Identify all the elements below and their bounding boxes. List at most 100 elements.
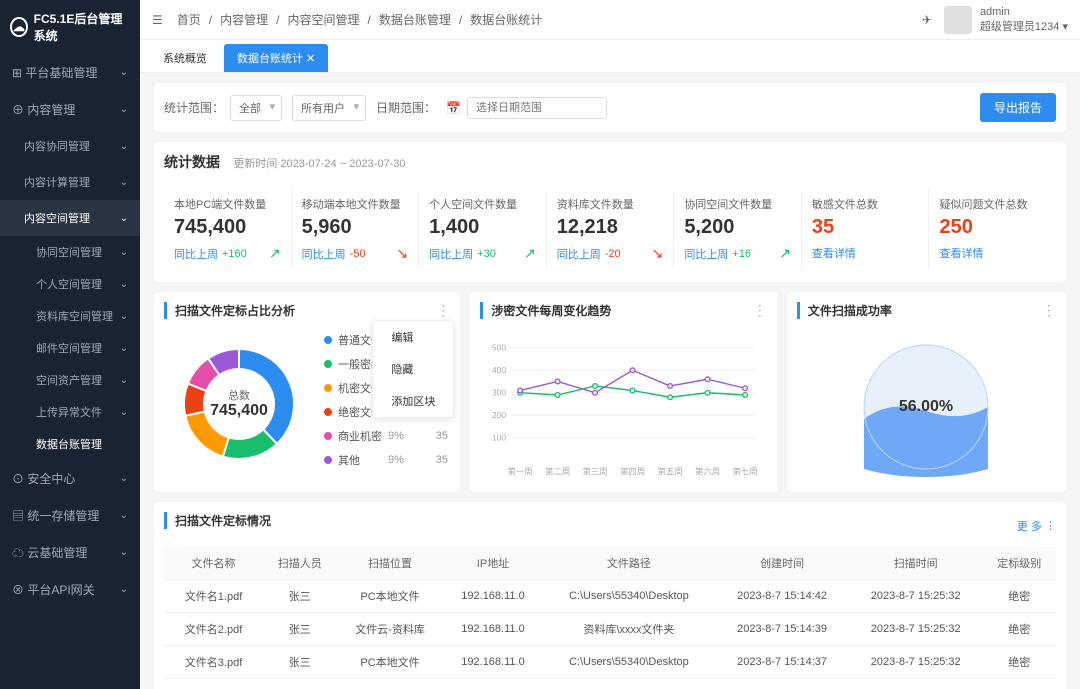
range-select[interactable]: 全部 — [230, 95, 282, 121]
table-cell: 张三 — [263, 580, 336, 613]
filter-row: 统计范围： 全部 所有用户 日期范围： 📅 导出报告 — [154, 83, 1066, 132]
breadcrumb-item[interactable]: 首页 — [177, 11, 201, 28]
tab[interactable]: 系统概览 — [150, 44, 220, 72]
menu-section[interactable]: ⊗ 平台API网关⌄ — [0, 571, 140, 608]
col-header: 定标级别 — [983, 547, 1057, 580]
more-icon[interactable]: ⋮ — [436, 302, 450, 319]
trend-icon: ↘ — [396, 245, 408, 262]
breadcrumb-item[interactable]: 数据台账统计 — [470, 11, 542, 28]
table-row[interactable]: 文件名4.pdf张三PC本地文件192.168.11.0C:\Users\553… — [164, 679, 1056, 689]
send-icon[interactable]: ✈ — [922, 13, 932, 27]
tab[interactable]: 数据台账统计 ✕ — [224, 44, 328, 72]
col-header: 文件路径 — [542, 547, 715, 580]
user-info[interactable]: admin 超级管理员1234 ▾ — [980, 6, 1068, 34]
detail-link[interactable]: 查看详情 — [812, 245, 919, 261]
dropdown-item[interactable]: 隐藏 — [373, 353, 453, 385]
svg-text:300: 300 — [492, 388, 506, 398]
export-button[interactable]: 导出报告 — [980, 93, 1056, 122]
dropdown-item[interactable]: 编辑 — [373, 321, 453, 353]
legend-item[interactable]: 商业机密9%35 — [324, 428, 448, 444]
stat-delta: +160 — [222, 248, 247, 260]
svg-text:第五周: 第五周 — [658, 466, 683, 476]
dropdown-menu: 编辑隐藏添加区块 — [372, 320, 454, 418]
stat-value: 5,200 — [684, 216, 791, 239]
menu-section[interactable]: ⊕ 内容管理⌄ — [0, 91, 140, 128]
table-cell: 文件云-资料库 — [337, 613, 444, 646]
menu-subitem[interactable]: 个人空间管理⌄ — [0, 268, 140, 300]
more-link[interactable]: 更 多 ⋮ — [1017, 518, 1056, 534]
gauge-panel: 文件扫描成功率 ⋮ 56.00% — [787, 292, 1066, 492]
table-cell: C:\Users\55340\Desktop — [542, 646, 715, 679]
menu-subitem[interactable]: 数据台账管理 — [0, 428, 140, 460]
stats-title: 统计数据 — [164, 152, 220, 172]
menu-section[interactable]: ⊞ 平台基础管理⌄ — [0, 54, 140, 91]
menu-subitem[interactable]: 上传异常文件⌄ — [0, 396, 140, 428]
more-icon[interactable]: ⋮ — [1042, 302, 1056, 319]
menu-section[interactable]: ☁ 云基础管理⌄ — [0, 534, 140, 571]
dropdown-item[interactable]: 添加区块 — [373, 385, 453, 417]
table-cell: PC本地文件 — [337, 679, 444, 689]
stat-label: 协同空间文件数量 — [684, 196, 791, 212]
table-cell: 文件名3.pdf — [164, 646, 263, 679]
stat-delta: -20 — [605, 248, 621, 260]
table-cell: 资料库\xxxx文件夹 — [542, 613, 715, 646]
menu-subitem[interactable]: 邮件空间管理⌄ — [0, 332, 140, 364]
avatar[interactable] — [944, 6, 972, 34]
svg-text:56.00%: 56.00% — [899, 398, 953, 415]
table-row[interactable]: 文件名2.pdf张三文件云-资料库192.168.11.0资料库\xxxx文件夹… — [164, 613, 1056, 646]
more-icon[interactable]: ⋮ — [753, 302, 767, 319]
table-cell: 2023-8-7 15:25:32 — [849, 613, 983, 646]
table-cell: 张三 — [263, 613, 336, 646]
tab-bar: 系统概览数据台账统计 ✕ — [140, 40, 1080, 73]
menu-item[interactable]: 内容空间管理⌄ — [0, 200, 140, 236]
date-input[interactable] — [467, 97, 607, 119]
menu-toggle-icon[interactable]: ☰ — [152, 13, 163, 27]
stat-card: 个人空间文件数量 1,400同比上周+30↗ — [419, 190, 547, 268]
line-title: 涉密文件每周变化趋势 — [480, 302, 766, 319]
svg-text:745,400: 745,400 — [210, 402, 268, 419]
menu-subitem[interactable]: 资料库空间管理⌄ — [0, 300, 140, 332]
menu-section[interactable]: ⊙ 安全中心⌄ — [0, 460, 140, 497]
chevron-down-icon: ⌄ — [120, 141, 128, 152]
svg-text:第六周: 第六周 — [695, 466, 720, 476]
stat-value: 5,960 — [302, 216, 409, 239]
breadcrumb: 首页 / 内容管理 / 内容空间管理 / 数据台账管理 / 数据台账统计 — [173, 11, 546, 28]
table-cell: 192.168.11.0 — [444, 613, 543, 646]
table-cell: 2023-8-7 15:14:39 — [715, 613, 849, 646]
stat-delta: +16 — [732, 248, 751, 260]
stat-label: 敏感文件总数 — [812, 196, 919, 212]
svg-text:总数: 总数 — [228, 388, 250, 402]
breadcrumb-item[interactable]: 内容管理 — [220, 11, 268, 28]
svg-text:第二周: 第二周 — [545, 466, 570, 476]
stat-value: 12,218 — [557, 216, 664, 239]
menu-item[interactable]: 内容协同管理⌄ — [0, 128, 140, 164]
scan-table: 文件名称扫描人员扫描位置IP地址文件路径创建时间扫描时间定标级别 文件名1.pd… — [164, 547, 1056, 689]
user-name: admin — [980, 6, 1068, 18]
stat-value: 35 — [812, 216, 919, 239]
table-row[interactable]: 文件名1.pdf张三PC本地文件192.168.11.0C:\Users\553… — [164, 580, 1056, 613]
stats-date: 更新时间 2023-07-24 ~ 2023-07-30 — [233, 158, 405, 170]
table-cell: 张三 — [263, 679, 336, 689]
legend-item[interactable]: 其他9%35 — [324, 452, 448, 468]
menu-section[interactable]: ▤ 统一存储管理⌄ — [0, 497, 140, 534]
stat-card: 疑似问题文件总数 250查看详情 — [929, 190, 1056, 268]
menu-subitem[interactable]: 空间资产管理⌄ — [0, 364, 140, 396]
stat-card: 移动端本地文件数量 5,960同比上周-50↘ — [292, 190, 420, 268]
table-cell: 绝密 — [983, 646, 1057, 679]
menu-subitem[interactable]: 协同空间管理⌄ — [0, 236, 140, 268]
chevron-down-icon: ⌄ — [120, 510, 128, 521]
table-panel: 扫描文件定标情况 更 多 ⋮ 文件名称扫描人员扫描位置IP地址文件路径创建时间扫… — [154, 502, 1066, 689]
table-cell: 2023-8-7 15:25:32 — [849, 679, 983, 689]
user-role: 超级管理员1234 ▾ — [980, 18, 1068, 34]
stat-card: 敏感文件总数 35 查看详情 — [802, 190, 930, 268]
stat-value: 745,400 — [174, 216, 281, 239]
user-select[interactable]: 所有用户 — [292, 95, 366, 121]
breadcrumb-item[interactable]: 内容空间管理 — [287, 11, 359, 28]
table-row[interactable]: 文件名3.pdf张三PC本地文件192.168.11.0C:\Users\553… — [164, 646, 1056, 679]
svg-text:200: 200 — [492, 410, 506, 420]
detail-link[interactable]: 查看详情 — [939, 245, 1046, 261]
menu-item[interactable]: 内容计算管理⌄ — [0, 164, 140, 200]
chevron-down-icon: ⌄ — [120, 279, 128, 290]
breadcrumb-item[interactable]: 数据台账管理 — [379, 11, 451, 28]
trend-icon: ↗ — [524, 245, 536, 262]
